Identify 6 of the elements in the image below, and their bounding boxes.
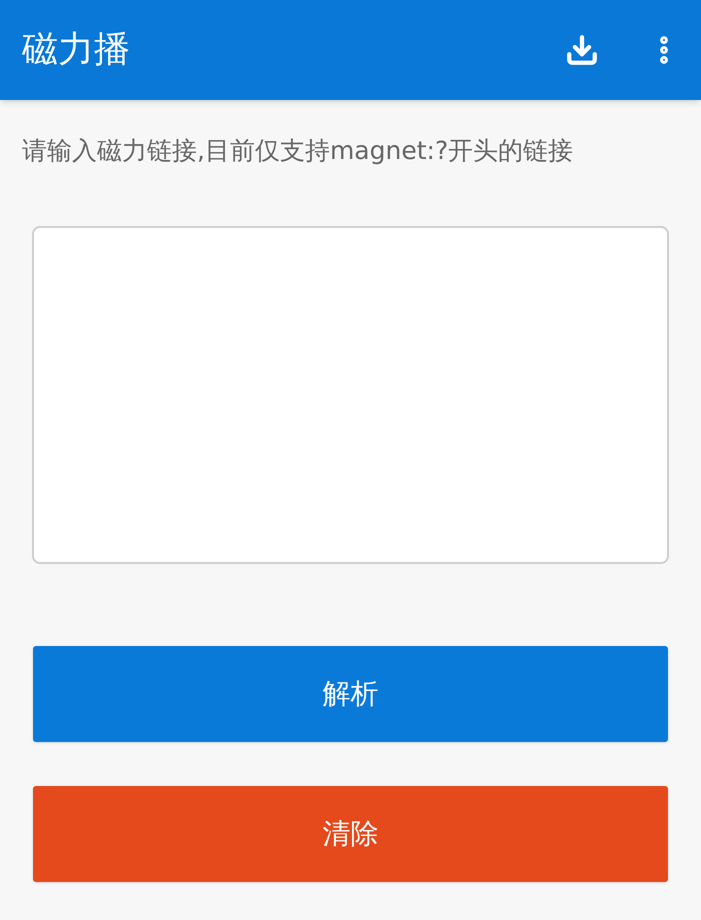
app-title: 磁力播 — [22, 28, 131, 72]
download-icon[interactable] — [565, 33, 599, 67]
input-field[interactable] — [32, 226, 669, 564]
action-button[interactable]: 清除 — [33, 786, 668, 882]
action-button[interactable]: 解析 — [33, 646, 668, 742]
hint-text: 请输入磁力链接,目前仅支持magnet:?开头的链接 — [22, 135, 574, 167]
